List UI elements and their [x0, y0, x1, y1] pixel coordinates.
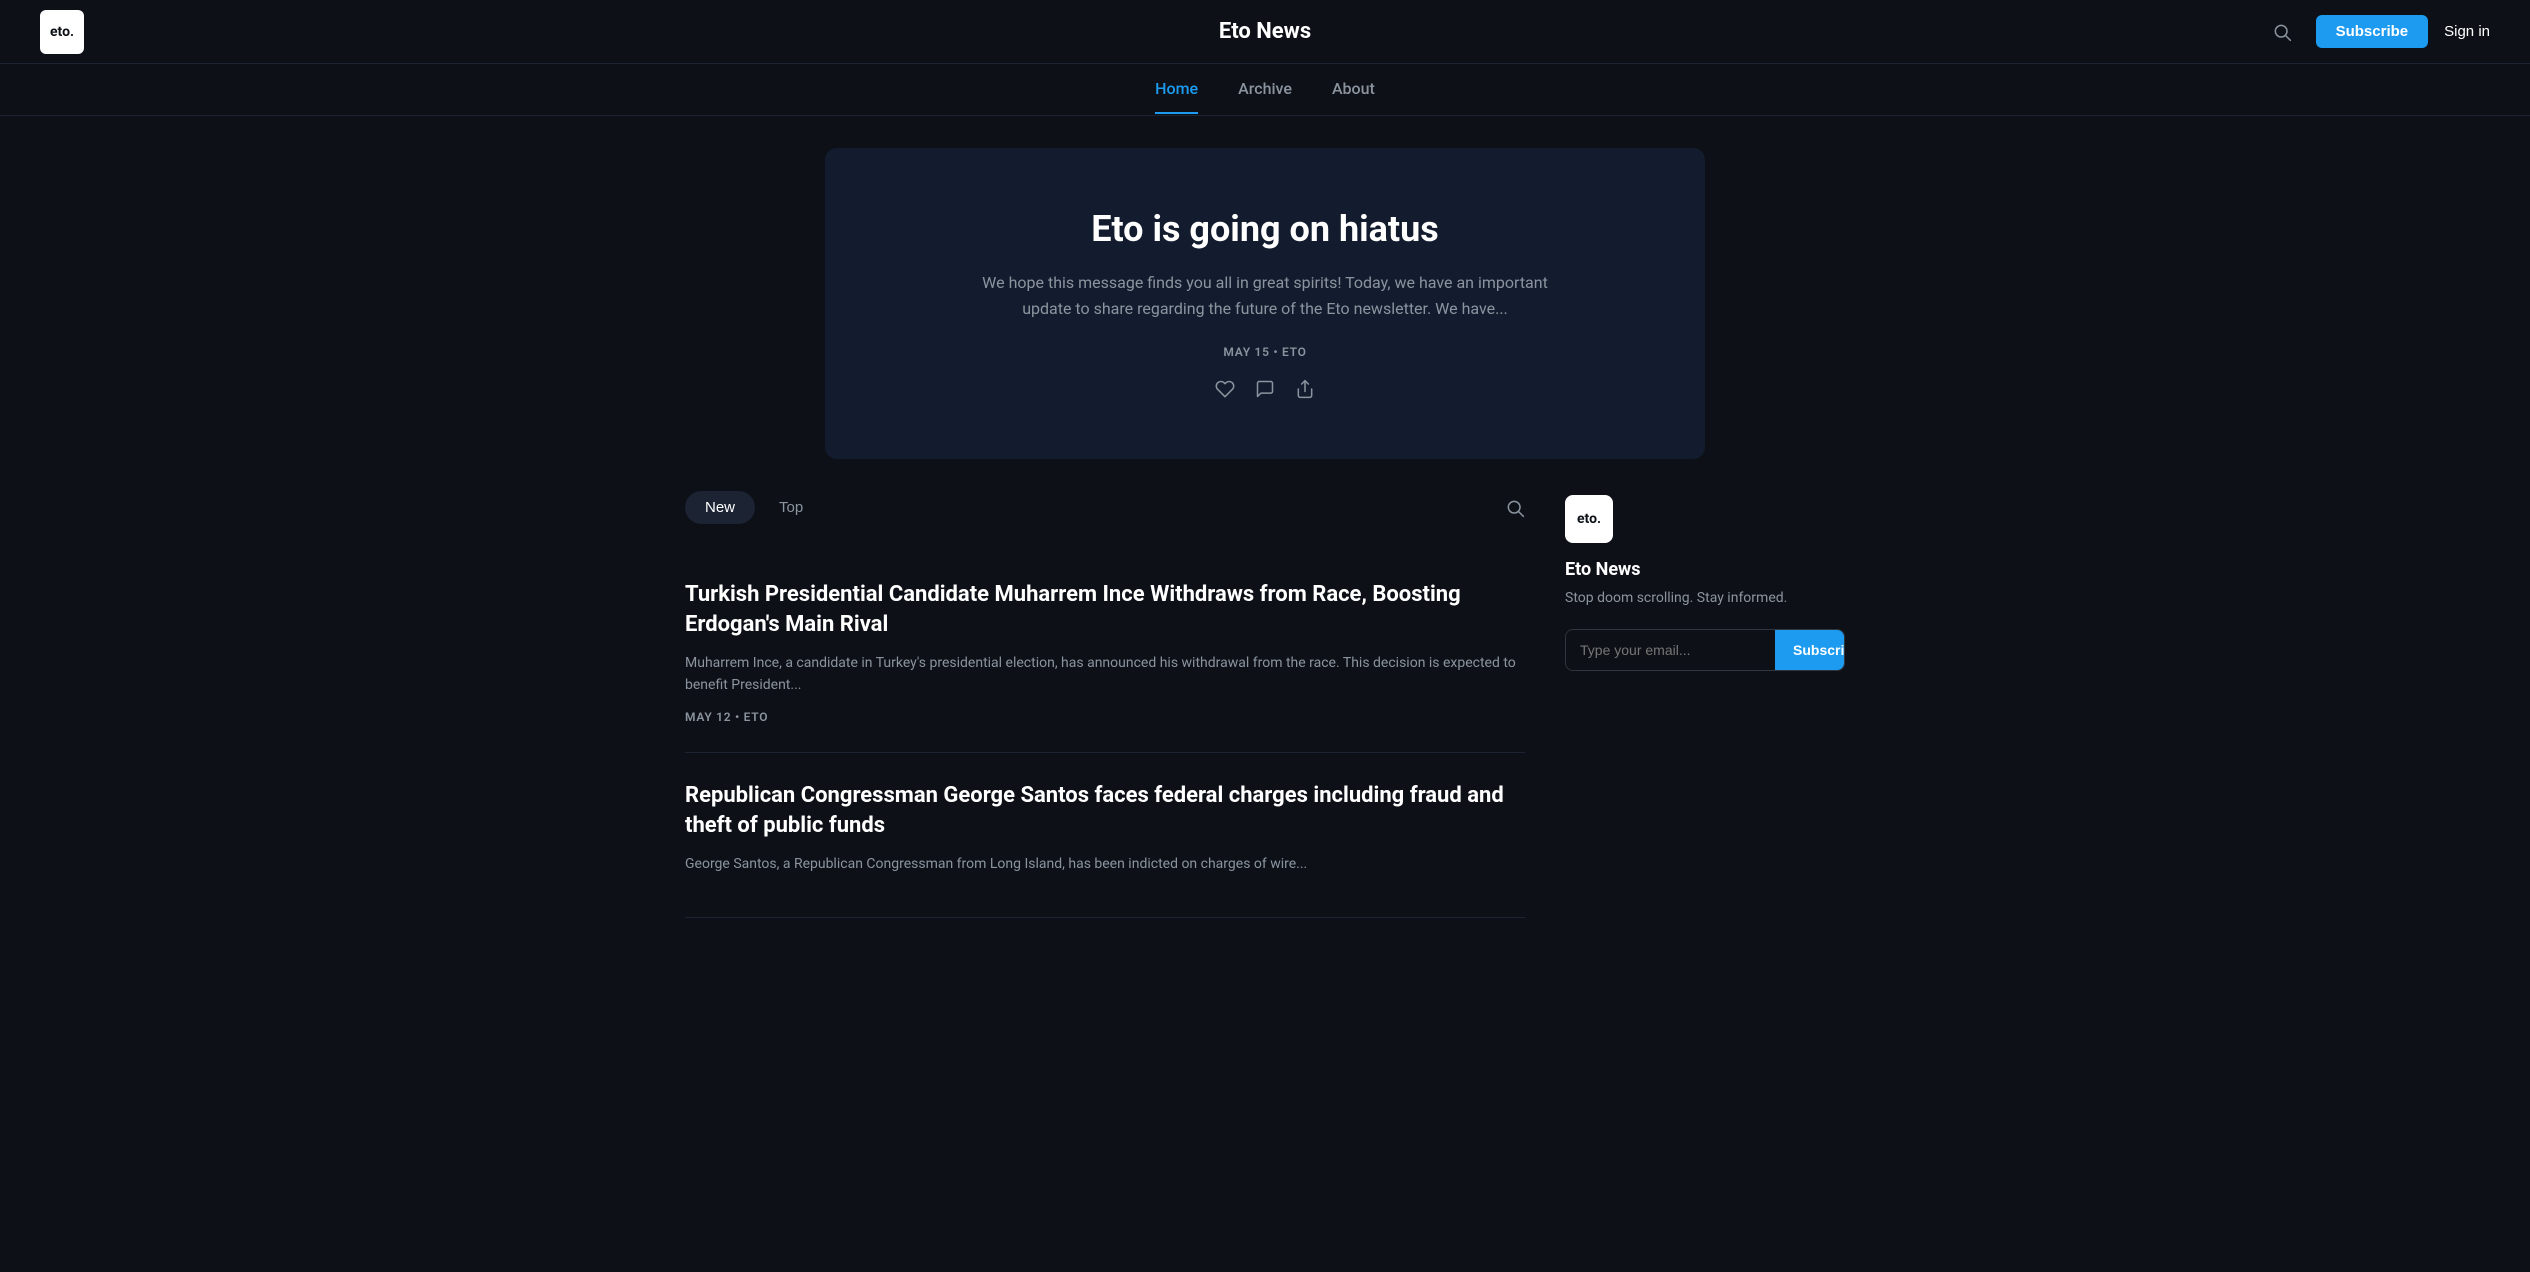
logo-text: eto.	[50, 24, 74, 40]
post-title[interactable]: Republican Congressman George Santos fac…	[685, 781, 1525, 840]
sidebar-email-form: Subscribe	[1565, 629, 1845, 671]
post-item: Republican Congressman George Santos fac…	[685, 753, 1525, 918]
site-title: Eto News	[1219, 19, 1311, 44]
post-meta: MAY 12 • ETO	[685, 710, 1525, 724]
sidebar-logo-text: eto.	[1577, 511, 1601, 527]
hero-actions	[905, 379, 1625, 399]
sidebar-title: Eto News	[1565, 559, 1845, 580]
hero-meta: MAY 15 • ETO	[905, 345, 1625, 359]
search-icon	[2272, 22, 2292, 42]
sidebar-logo[interactable]: eto.	[1565, 495, 1613, 543]
filter-tabs: New Top	[685, 491, 823, 524]
post-excerpt: Muharrem Ince, a candidate in Turkey's p…	[685, 652, 1525, 697]
post-title[interactable]: Turkish Presidential Candidate Muharrem …	[685, 580, 1525, 639]
sidebar: eto. Eto News Stop doom scrolling. Stay …	[1565, 491, 1845, 918]
posts-section: New Top Turkish Presidential Candidate M…	[685, 491, 1525, 918]
hero-comment-button[interactable]	[1255, 379, 1275, 399]
search-button[interactable]	[2264, 14, 2300, 50]
logo[interactable]: eto.	[40, 10, 84, 54]
sidebar-subscribe-button[interactable]: Subscribe	[1775, 630, 1845, 670]
hero-subtitle: We hope this message finds you all in gr…	[965, 270, 1565, 321]
hero-like-button[interactable]	[1215, 379, 1235, 399]
sign-in-button[interactable]: Sign in	[2444, 23, 2490, 40]
filter-top-button[interactable]: Top	[759, 491, 823, 524]
main-nav: Home Archive About	[0, 64, 2530, 116]
hero-title: Eto is going on hiatus	[905, 208, 1625, 250]
hero-section: Eto is going on hiatus We hope this mess…	[825, 148, 1705, 459]
posts-search-icon	[1505, 498, 1525, 518]
nav-item-archive[interactable]: Archive	[1238, 65, 1292, 114]
post-excerpt: George Santos, a Republican Congressman …	[685, 853, 1525, 875]
post-item: Turkish Presidential Candidate Muharrem …	[685, 552, 1525, 753]
sidebar-description: Stop doom scrolling. Stay informed.	[1565, 588, 1845, 609]
posts-search-button[interactable]	[1505, 498, 1525, 518]
share-icon	[1295, 379, 1315, 399]
header: eto. Eto News Subscribe Sign in	[0, 0, 2530, 64]
sidebar-email-input[interactable]	[1566, 630, 1775, 670]
header-actions: Subscribe Sign in	[2264, 14, 2490, 50]
heart-icon	[1215, 379, 1235, 399]
posts-filter: New Top	[685, 491, 1525, 524]
subscribe-button[interactable]: Subscribe	[2316, 15, 2429, 48]
nav-item-about[interactable]: About	[1332, 65, 1375, 114]
filter-new-button[interactable]: New	[685, 491, 755, 524]
main-content: New Top Turkish Presidential Candidate M…	[645, 491, 1885, 978]
comment-icon	[1255, 379, 1275, 399]
hero-share-button[interactable]	[1295, 379, 1315, 399]
nav-item-home[interactable]: Home	[1155, 65, 1198, 114]
